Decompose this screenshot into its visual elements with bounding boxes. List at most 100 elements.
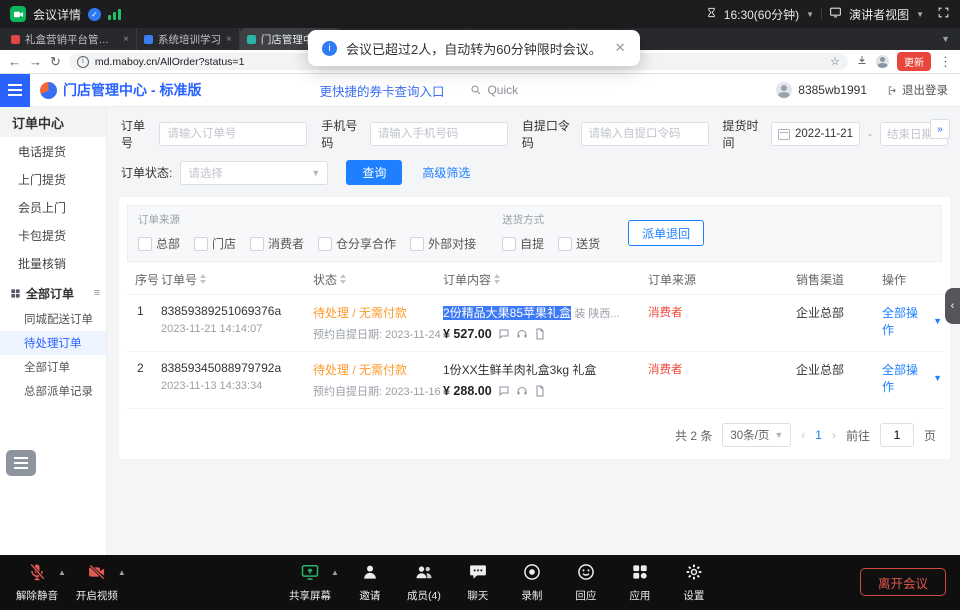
checkbox-store[interactable]: 门店 (194, 235, 236, 252)
share-screen-button[interactable]: 共享屏幕 (283, 562, 337, 603)
view-mode-dropdown-icon[interactable]: ▼ (916, 10, 924, 19)
next-page-button[interactable]: › (832, 428, 836, 442)
pickup-code-input[interactable] (581, 122, 709, 146)
checkbox-box[interactable] (502, 237, 516, 251)
sort-icon[interactable] (200, 274, 206, 284)
unmute-button[interactable]: 解除静音 (10, 562, 64, 603)
timer-dropdown-icon[interactable]: ▼ (806, 10, 814, 19)
advanced-filter-link[interactable]: 高级筛选 (422, 164, 470, 181)
start-date-picker[interactable]: 2022-11-21 (771, 122, 860, 146)
apps-button[interactable]: 应用 (613, 562, 667, 603)
checkbox-delivery[interactable]: 送货 (558, 235, 600, 252)
user-avatar[interactable] (776, 82, 792, 98)
phone-input[interactable] (370, 122, 508, 146)
sidebar-item-hq-dispatch[interactable]: 总部派单记录 (0, 379, 106, 403)
service-icon[interactable] (516, 385, 528, 397)
sidebar-item-member-visit[interactable]: 会员上门 (0, 193, 106, 221)
browser-tab-1[interactable]: 礼盒营销平台管理中心 × (4, 28, 137, 50)
chat-icon (468, 562, 488, 585)
sidebar-item-pending-orders[interactable]: 待处理订单 (0, 331, 106, 355)
share-options-chevron[interactable]: ▲ (331, 568, 339, 603)
sidebar-item-card-pickup[interactable]: 卡包提货 (0, 221, 106, 249)
page-size-select[interactable]: 30条/页 ▼ (722, 423, 791, 447)
sidebar-tool-button[interactable] (6, 450, 36, 476)
checkbox-external[interactable]: 外部对接 (410, 235, 476, 252)
leave-meeting-button[interactable]: 离开会议 (860, 568, 946, 596)
browser-update-button[interactable]: 更新 (897, 52, 931, 71)
sidebar-toggle-button[interactable] (0, 74, 30, 107)
tab-close-icon[interactable]: × (123, 34, 129, 45)
goto-page-input[interactable] (880, 423, 914, 447)
sidebar-item-door-pickup[interactable]: 上门提货 (0, 165, 106, 193)
side-panel-toggle[interactable]: ‹ (945, 288, 960, 324)
back-button[interactable]: ← (8, 55, 21, 68)
brand-logo-icon (40, 82, 57, 99)
start-video-button[interactable]: 开启视频 (70, 562, 124, 603)
browser-tab-2[interactable]: 系统培训学习 × (137, 28, 240, 50)
checkbox-box[interactable] (558, 237, 572, 251)
sidebar-item-all-orders[interactable]: 全部订单 (0, 355, 106, 379)
checkbox-box[interactable] (318, 237, 332, 251)
service-icon[interactable] (516, 328, 528, 340)
bookmark-star-icon[interactable]: ☆ (830, 55, 840, 68)
sort-icon[interactable] (494, 274, 500, 284)
sidebar-group-all-orders[interactable]: 全部订单 ≡ (0, 279, 106, 307)
quick-search[interactable]: Quick (470, 83, 518, 97)
checkbox-self-pickup[interactable]: 自提 (502, 235, 544, 252)
toast-close-icon[interactable]: ✕ (615, 40, 626, 56)
forward-button[interactable]: → (29, 55, 42, 68)
note-icon[interactable] (534, 385, 546, 397)
browser-profile-icon[interactable] (876, 55, 889, 68)
sidebar-item-phone-pickup[interactable]: 电话提货 (0, 137, 106, 165)
order-no-input[interactable] (159, 122, 307, 146)
reload-button[interactable]: ↻ (50, 55, 61, 68)
coupon-query-link[interactable]: 更快捷的券卡查询入口 (319, 81, 444, 100)
browser-menu-icon[interactable]: ⋮ (939, 55, 952, 68)
tab-search-icon[interactable]: ▼ (931, 28, 960, 50)
cell-index: 1 (127, 304, 161, 318)
message-icon[interactable] (498, 328, 510, 340)
reaction-button[interactable]: 回应 (559, 562, 613, 603)
checkbox-box[interactable] (410, 237, 424, 251)
members-button[interactable]: 成员(4) (397, 562, 451, 603)
checkbox-box[interactable] (194, 237, 208, 251)
fullscreen-icon[interactable] (937, 6, 950, 22)
logout-button[interactable]: 退出登录 (887, 82, 948, 98)
checkbox-consumer[interactable]: 消费者 (250, 235, 304, 252)
share-screen-icon (300, 562, 320, 585)
network-signal-icon[interactable] (108, 8, 121, 20)
video-options-chevron[interactable]: ▲ (118, 568, 126, 577)
meeting-details-link[interactable]: 会议详情 (33, 6, 81, 23)
sidebar-item-batch-verify[interactable]: 批量核销 (0, 249, 106, 277)
prev-page-button[interactable]: ‹ (801, 428, 805, 442)
product-name-selected[interactable]: 2份精品大果85苹果礼盒 (443, 306, 571, 320)
site-info-icon[interactable]: i (77, 56, 89, 68)
checkbox-box[interactable] (138, 237, 152, 251)
current-page[interactable]: 1 (815, 428, 822, 442)
note-icon[interactable] (534, 328, 546, 340)
dispatch-return-button[interactable]: 派单退回 (628, 220, 704, 246)
chat-button[interactable]: 聊天 (451, 562, 505, 603)
row-action-dropdown[interactable]: 全部操作 ▼ (882, 304, 942, 338)
tab-close-icon[interactable]: × (226, 34, 232, 45)
settings-button[interactable]: 设置 (667, 562, 721, 603)
checkbox-hq[interactable]: 总部 (138, 235, 180, 252)
search-button[interactable]: 查询 (346, 160, 402, 185)
sort-icon[interactable] (340, 274, 346, 284)
message-icon[interactable] (498, 385, 510, 397)
record-button[interactable]: 录制 (505, 562, 559, 603)
checkbox-warehouse-coop[interactable]: 仓分享合作 (318, 235, 396, 252)
security-shield-icon[interactable]: ✓ (88, 8, 101, 21)
menu-pin-icon[interactable]: ≡ (94, 287, 100, 299)
product-name[interactable]: 1份XX生鲜羊肉礼盒3kg 礼盒 (443, 363, 596, 377)
sidebar-item-city-delivery[interactable]: 同城配送订单 (0, 307, 106, 331)
order-status-select[interactable]: 请选择 ▼ (180, 161, 328, 185)
invite-button[interactable]: 邀请 (343, 562, 397, 603)
download-icon[interactable] (856, 53, 868, 71)
mic-options-chevron[interactable]: ▲ (58, 568, 66, 577)
filter-collapse-button[interactable]: » (930, 119, 950, 139)
row-action-dropdown[interactable]: 全部操作 ▼ (882, 361, 942, 395)
view-mode-label[interactable]: 演讲者视图 (849, 6, 909, 23)
pickup-time-label: 提货时间 (723, 117, 764, 151)
checkbox-box[interactable] (250, 237, 264, 251)
